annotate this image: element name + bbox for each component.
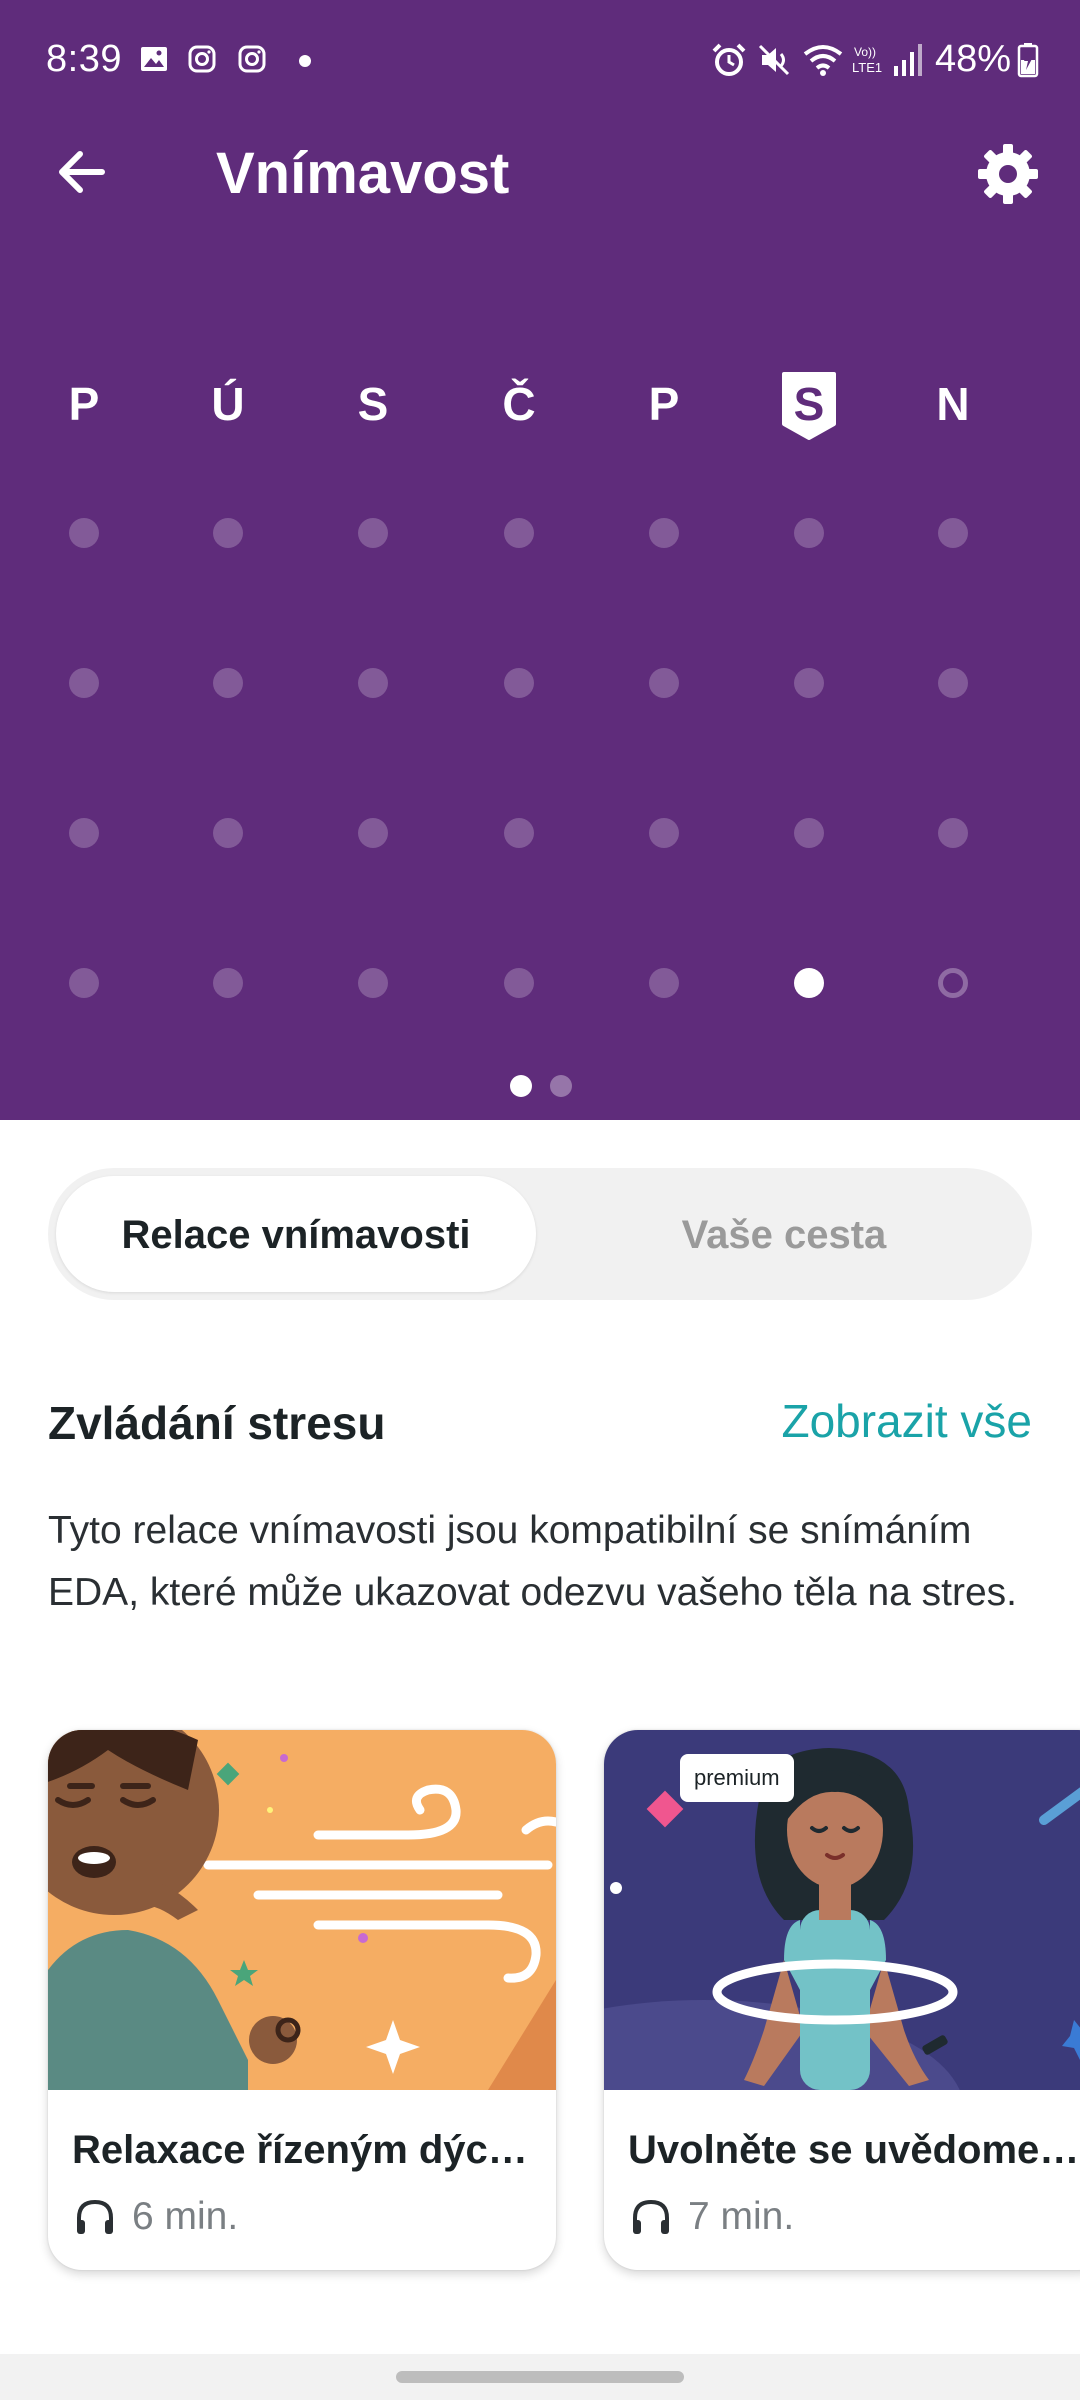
day-dot [938,668,968,698]
segmented-tabs: Relace vnímavosti Vaše cesta [48,1168,1032,1300]
svg-text:LTE1: LTE1 [852,60,882,75]
day-label: P [68,378,100,430]
pager-dot-active[interactable] [510,1075,532,1097]
instagram-icon [238,45,266,73]
session-card[interactable]: premium Uvolněte se uvědomen… 7 min. [604,1730,1080,2270]
day-dot [938,818,968,848]
card-title: Relaxace řízeným dýc… [72,2128,528,2172]
day-label: N [936,378,970,430]
day-dot [358,668,388,698]
day-dot [649,818,679,848]
day-dot [649,668,679,698]
upcoming-day-dot [938,968,968,998]
section-description: Tyto relace vnímavosti jsou kompatibilní… [48,1509,1018,1614]
completed-day-dot [794,968,824,998]
day-dot [504,818,534,848]
day-dot [649,968,679,998]
status-bar: 8:39 Vo)) LTE1 48% [0,0,1080,120]
day-dot [69,668,99,698]
day-label: Ú [211,378,245,430]
day-dot [649,518,679,548]
mute-icon [758,44,790,76]
premium-badge: premium [680,1754,794,1802]
page-title: Vnímavost [216,141,510,206]
battery-charging-icon [1017,43,1039,78]
card-meta: 6 min. [72,2192,238,2242]
volte-icon: Vo)) LTE1 [852,45,882,75]
breathing-illustration [48,1730,556,2090]
day-dot [213,518,243,548]
battery-level: 48% [935,38,1012,80]
day-dot [794,668,824,698]
day-label: Č [502,378,536,430]
day-dot [69,968,99,998]
tab-mindfulness-sessions[interactable]: Relace vnímavosti [56,1212,536,1258]
day-dot [794,818,824,848]
day-dot [794,518,824,548]
tab-your-journey[interactable]: Vaše cesta [544,1212,1024,1258]
signal-icon [894,44,922,76]
home-gesture-bar[interactable] [396,2371,684,2383]
settings-gear-icon[interactable] [974,140,1042,208]
day-dot [213,968,243,998]
body-awareness-illustration [604,1730,1080,2090]
day-dot [504,968,534,998]
day-dot [69,518,99,548]
svg-text:Vo)): Vo)) [854,45,876,59]
headphones-icon [633,2199,669,2234]
day-dot [358,518,388,548]
alarm-icon [712,43,746,76]
instagram-icon [188,45,216,73]
gallery-icon [141,47,167,71]
headphones-icon [77,2199,113,2234]
day-label: S [357,378,389,430]
day-dot [69,818,99,848]
day-dot [358,818,388,848]
section-title: Zvládání stresu [48,1397,386,1449]
day-label: P [648,378,680,430]
card-title: Uvolněte se uvědomen… [628,2128,1080,2172]
day-dot [213,818,243,848]
day-dot [213,668,243,698]
day-label: S [793,378,825,430]
wifi-icon [803,45,843,76]
day-dot [358,968,388,998]
card-duration: 6 min. [132,2195,239,2238]
pager-dot[interactable] [550,1075,572,1097]
card-duration: 7 min. [688,2195,795,2238]
status-time: 8:39 [46,38,122,80]
day-dot [504,668,534,698]
show-all-link[interactable]: Zobrazit vše [781,1394,1032,1448]
day-dot [938,518,968,548]
session-card[interactable]: Relaxace řízeným dýc… 6 min. [48,1730,556,2270]
notification-dot [299,55,311,67]
back-arrow-icon[interactable] [52,140,116,204]
card-meta: 7 min. [628,2192,794,2242]
day-dot [504,518,534,548]
header-panel: 8:39 Vo)) LTE1 48% Vnímavost P Ú S Č P S… [0,0,1080,1120]
